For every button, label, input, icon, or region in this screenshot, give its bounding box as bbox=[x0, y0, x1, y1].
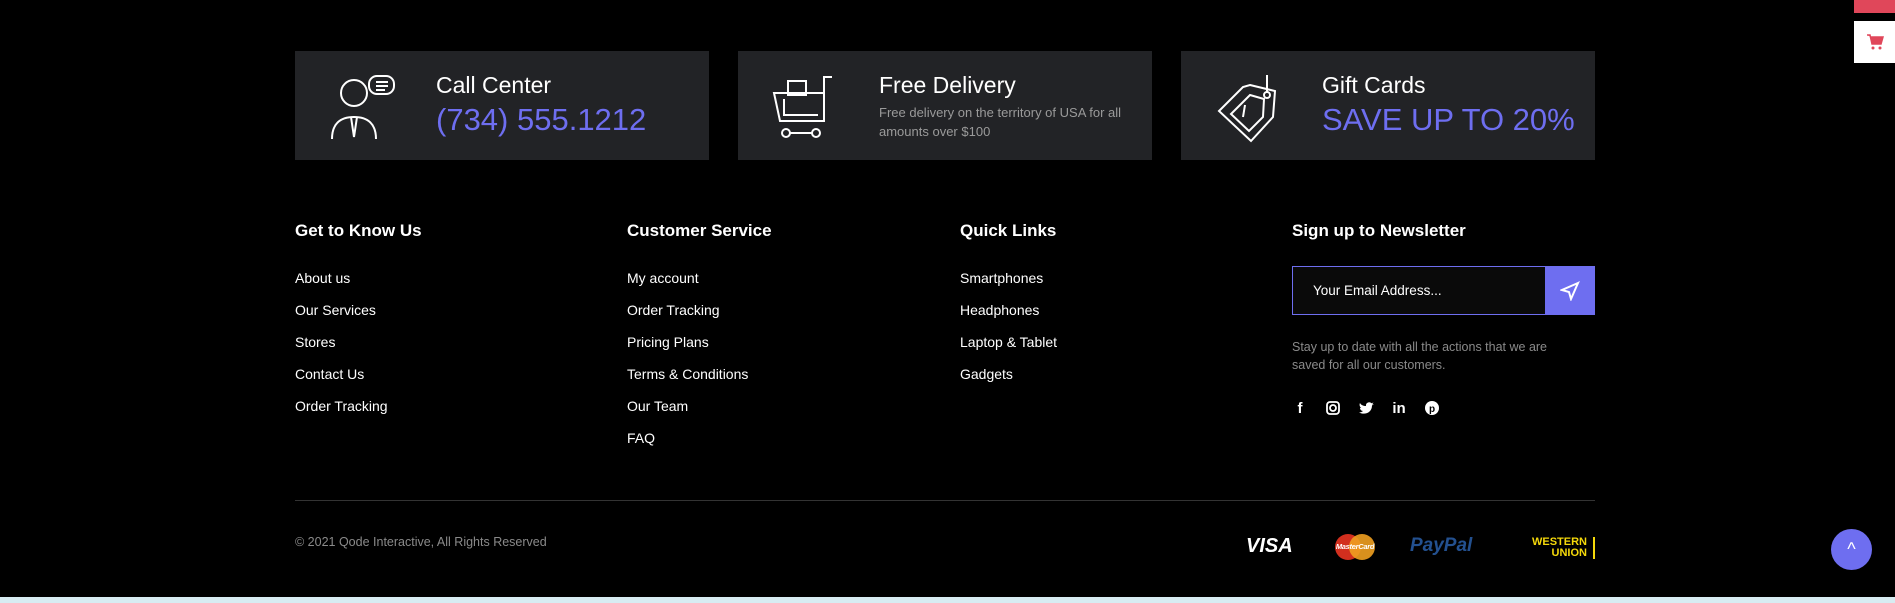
feature-title: Free Delivery bbox=[879, 72, 1016, 98]
footer-link[interactable]: FAQ bbox=[627, 422, 772, 454]
column-heading: Sign up to Newsletter bbox=[1292, 221, 1466, 240]
footer-link[interactable]: Order Tracking bbox=[627, 294, 772, 326]
pinterest-icon[interactable]: p bbox=[1424, 400, 1440, 416]
footer-column-quick-links: Quick Links Smartphones Headphones Lapto… bbox=[960, 220, 1057, 390]
footer-link[interactable]: Gadgets bbox=[960, 358, 1057, 390]
feature-free-delivery: Free Delivery Free delivery on the territ… bbox=[738, 51, 1152, 160]
page-bottom-strip bbox=[0, 597, 1895, 603]
footer-link[interactable]: Order Tracking bbox=[295, 390, 422, 422]
call-center-icon bbox=[331, 75, 395, 140]
cart-icon bbox=[1866, 34, 1884, 50]
gift-offer: SAVE UP TO 20% bbox=[1322, 102, 1575, 137]
facebook-icon[interactable]: f bbox=[1292, 400, 1308, 417]
footer-column-customer-service: Customer Service My account Order Tracki… bbox=[627, 220, 772, 454]
paypal-logo: PayPal bbox=[1410, 535, 1473, 556]
feature-description: Free delivery on the territory of USA fo… bbox=[879, 105, 1122, 139]
footer-column-newsletter: Sign up to Newsletter bbox=[1292, 220, 1466, 262]
send-icon bbox=[1560, 280, 1580, 301]
twitter-icon[interactable] bbox=[1358, 400, 1374, 416]
footer-link[interactable]: About us bbox=[295, 262, 422, 294]
mastercard-label: MasterCard bbox=[1335, 542, 1375, 551]
side-cart-button[interactable] bbox=[1854, 21, 1895, 63]
visa-logo: VISA bbox=[1246, 535, 1293, 557]
footer-link[interactable]: Stores bbox=[295, 326, 422, 358]
newsletter-submit-button[interactable] bbox=[1545, 266, 1595, 315]
footer-column-know-us: Get to Know Us About us Our Services Sto… bbox=[295, 220, 422, 422]
phone-number[interactable]: (734) 555.1212 bbox=[436, 101, 646, 139]
scroll-to-top-button[interactable]: ^ bbox=[1831, 529, 1872, 570]
newsletter-text: Stay up to date with all the actions tha… bbox=[1292, 340, 1548, 372]
social-links: f in p bbox=[1292, 400, 1440, 417]
footer-link[interactable]: Laptop & Tablet bbox=[960, 326, 1057, 358]
feature-title: Call Center bbox=[436, 72, 552, 98]
footer-link[interactable]: Contact Us bbox=[295, 358, 422, 390]
gift-tag-icon bbox=[1217, 75, 1277, 143]
footer-link[interactable]: Headphones bbox=[960, 294, 1057, 326]
footer-link[interactable]: Smartphones bbox=[960, 262, 1057, 294]
feature-gift-cards: Gift Cards SAVE UP TO 20% bbox=[1181, 51, 1595, 160]
column-heading: Customer Service bbox=[627, 221, 772, 240]
column-heading: Quick Links bbox=[960, 221, 1057, 240]
instagram-icon[interactable] bbox=[1325, 400, 1341, 416]
svg-text:p: p bbox=[1429, 404, 1435, 415]
feature-title: Gift Cards bbox=[1322, 72, 1426, 98]
footer-link[interactable]: Pricing Plans bbox=[627, 326, 772, 358]
copyright: © 2021 Qode Interactive, All Rights Rese… bbox=[295, 535, 547, 549]
footer-link[interactable]: Terms & Conditions bbox=[627, 358, 772, 390]
footer-divider bbox=[295, 500, 1595, 501]
shopping-cart-icon bbox=[772, 76, 832, 138]
footer-link[interactable]: Our Services bbox=[295, 294, 422, 326]
mastercard-logo: MasterCard bbox=[1335, 534, 1375, 560]
footer-link[interactable]: My account bbox=[627, 262, 772, 294]
feature-call-center: Call Center (734) 555.1212 bbox=[295, 51, 709, 160]
column-heading: Get to Know Us bbox=[295, 221, 422, 240]
newsletter-email-input[interactable]: Your Email Address... bbox=[1292, 266, 1546, 315]
side-widget-red[interactable] bbox=[1854, 0, 1895, 13]
chevron-up-icon: ^ bbox=[1847, 539, 1856, 559]
footer-link[interactable]: Our Team bbox=[627, 390, 772, 422]
linkedin-icon[interactable]: in bbox=[1391, 400, 1407, 417]
western-union-logo: WESTERN UNION bbox=[1510, 537, 1595, 559]
